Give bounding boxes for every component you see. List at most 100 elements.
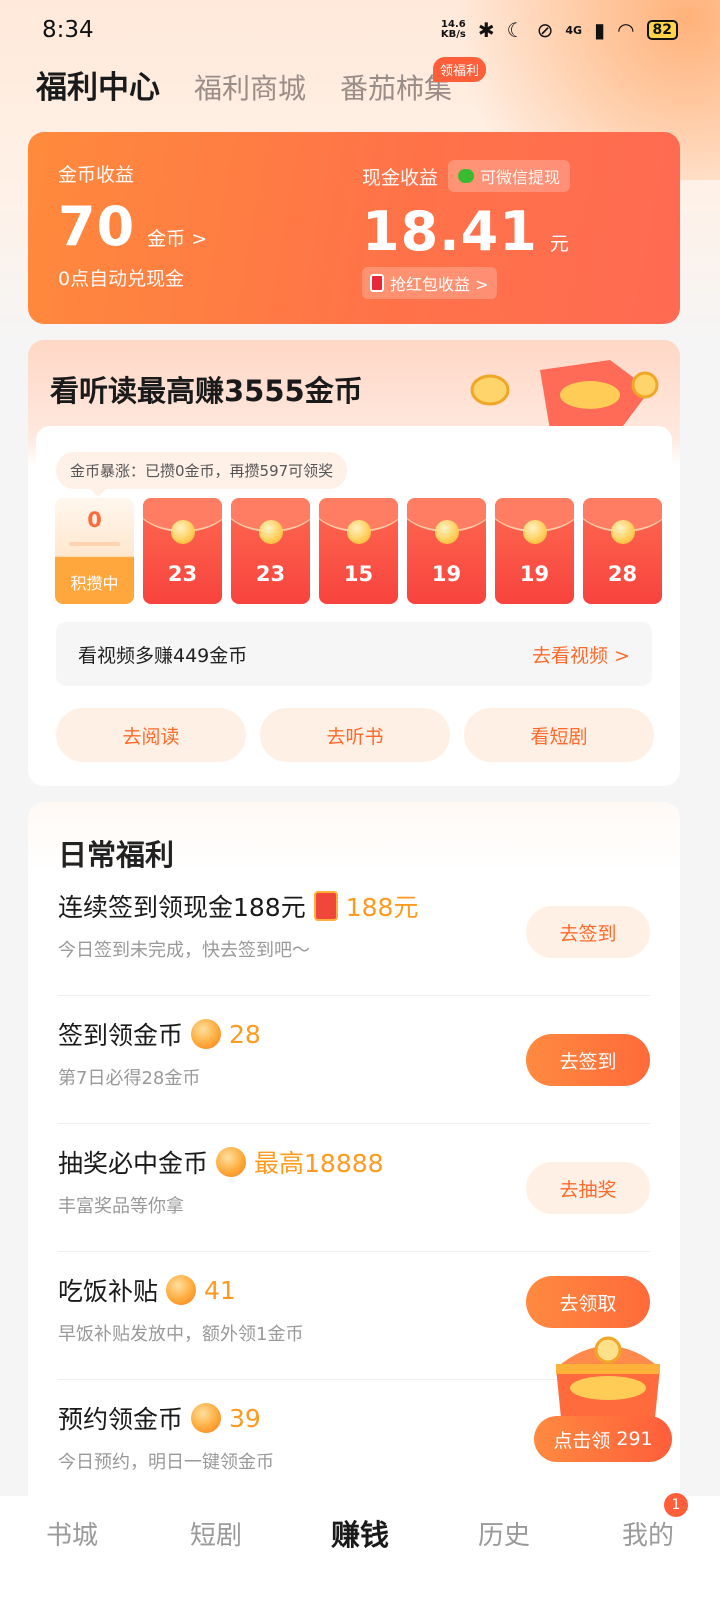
task-title: 连续签到领现金188元 (58, 893, 306, 922)
red-envelope[interactable]: 19 (407, 498, 486, 604)
cash-earnings-label: 现金收益 (362, 166, 439, 189)
reading-actions: 去阅读 去听书 看短剧 (56, 708, 654, 762)
go-read-button[interactable]: 去阅读 (56, 708, 246, 762)
status-bar: 8:34 14.6 KB/s ✱ ☾ ⊘ 4G ▮ ◠ 82 (0, 0, 720, 60)
red-envelope-value: 19 (431, 562, 462, 586)
tab-welfare-mall[interactable]: 福利商城 (194, 67, 306, 107)
task-subtitle: 丰富奖品等你拿 (58, 1196, 184, 1217)
bluetooth-icon: ✱ (477, 18, 495, 42)
coin-icon (435, 520, 459, 544)
watch-video-row[interactable]: 看视频多赚449金币 去看视频 > (56, 622, 652, 686)
coin-earnings[interactable]: 金币收益 70 金币 > 0点自动兑现金 (58, 160, 207, 291)
task-title: 签到领金币 (58, 1021, 184, 1050)
current-pack-value: 0 (87, 508, 102, 532)
tab-badge: 领福利 (433, 57, 487, 82)
red-envelope[interactable]: 28 (583, 498, 662, 604)
nav-mine[interactable]: 我的 1 (598, 1492, 698, 1552)
wifi-icon: ◠ (617, 18, 635, 42)
task-item: 连续签到领现金188元 188元 今日签到未完成，快去签到吧～ 去签到 (58, 868, 650, 996)
red-envelope-icon (370, 274, 384, 292)
task-subtitle: 今日签到未完成，快去签到吧～ (58, 940, 310, 961)
meal-subsidy-button[interactable]: 去领取 (526, 1276, 650, 1328)
coin-icon (523, 520, 547, 544)
task-reward: 28 (229, 1019, 261, 1049)
red-envelope-value: 23 (255, 562, 286, 586)
signal-icon: ▮ (594, 18, 606, 42)
cash-earnings[interactable]: 现金收益 可微信提现 18.41 元 抢红包收益 > (362, 160, 571, 299)
red-envelope-row: 0 积攒中 23 23 15 19 19 28 (55, 498, 662, 604)
reading-title: 看听读最高赚3555金币 (50, 374, 363, 408)
reading-rewards-card: 看听读最高赚3555金币 金币暴涨：已攒0金币，再攒597可领奖 0 积攒中 2… (28, 340, 680, 786)
red-envelope-value: 23 (167, 562, 198, 586)
wechat-withdraw-label: 可微信提现 (480, 168, 561, 187)
cash-earnings-value: 18.41 (362, 200, 538, 263)
coin-earnings-label: 金币收益 (58, 164, 135, 186)
task-reward: 41 (204, 1275, 236, 1305)
coin-icon (166, 1275, 197, 1305)
coins-decoration-icon (470, 360, 659, 430)
watch-video-link[interactable]: 去看视频 > (532, 641, 630, 668)
task-title: 抽奖必中金币 (58, 1149, 209, 1178)
notification-badge: 1 (664, 1492, 688, 1517)
current-pack[interactable]: 0 积攒中 (55, 498, 134, 604)
coin-earnings-value: 70 (58, 195, 136, 258)
network-type: 4G (565, 23, 583, 37)
watch-video-text: 看视频多赚449金币 (78, 644, 248, 667)
reading-progress-panel: 金币暴涨：已攒0金币，再攒597可领奖 0 积攒中 23 23 15 19 19… (36, 426, 672, 776)
nav-history[interactable]: 历史 (454, 1515, 554, 1552)
nav-mine-label: 我的 (621, 1520, 674, 1551)
coin-icon (259, 520, 283, 544)
sign-in-cash-button[interactable]: 去签到 (526, 906, 650, 958)
current-pack-label: 积攒中 (70, 574, 119, 593)
tab-tomato-market[interactable]: 番茄柿集 领福利 (340, 57, 487, 107)
task-title: 预约领金币 (58, 1405, 184, 1434)
treasure-chest-icon[interactable] (548, 1330, 668, 1430)
earnings-card: 金币收益 70 金币 > 0点自动兑现金 现金收益 可微信提现 18.41 元 … (28, 132, 680, 324)
nav-short-drama[interactable]: 短剧 (166, 1515, 266, 1552)
coin-icon (347, 520, 371, 544)
current-pack-bar (69, 542, 120, 546)
red-envelope-icon (313, 891, 338, 921)
nav-bookstore[interactable]: 书城 (22, 1515, 122, 1552)
task-item: 抽奖必中金币 最高18888 丰富奖品等你拿 去抽奖 (58, 1124, 650, 1252)
status-icons: 14.6 KB/s ✱ ☾ ⊘ 4G ▮ ◠ 82 (441, 18, 678, 42)
coin-boost-tip: 金币暴涨：已攒0金币，再攒597可领奖 (56, 452, 348, 497)
red-envelope[interactable]: 19 (495, 498, 574, 604)
red-envelope-value: 15 (343, 562, 374, 586)
coin-earnings-unit: 金币 > (147, 228, 208, 250)
watch-drama-button[interactable]: 看短剧 (464, 708, 654, 762)
red-envelope-value: 19 (519, 562, 550, 586)
go-listen-button[interactable]: 去听书 (260, 708, 450, 762)
task-reward: 188元 (345, 893, 419, 922)
coin-icon (171, 520, 195, 544)
wechat-icon (458, 169, 475, 183)
redpack-earnings-label: 抢红包收益 > (390, 275, 489, 294)
cash-earnings-unit: 元 (549, 233, 569, 255)
red-envelope[interactable]: 15 (319, 498, 398, 604)
battery-icon: 82 (646, 20, 678, 40)
nav-earn[interactable]: 赚钱 (310, 1512, 410, 1554)
coin-icon (191, 1019, 222, 1049)
net-speed: 14.6 KB/s (441, 20, 466, 40)
lottery-button[interactable]: 去抽奖 (526, 1162, 650, 1214)
task-reward: 39 (229, 1403, 261, 1433)
coin-icon (191, 1403, 222, 1433)
task-subtitle: 早饭补贴发放中，额外领1金币 (58, 1324, 304, 1345)
task-item: 签到领金币 28 第7日必得28金币 去签到 (58, 996, 650, 1124)
moon-icon: ☾ (506, 18, 525, 42)
coin-icon (611, 520, 635, 544)
claim-floating-label: 点击领 (553, 1429, 611, 1452)
red-envelope[interactable]: 23 (231, 498, 310, 604)
claim-floating-button[interactable]: 点击领 291 (534, 1416, 672, 1462)
task-subtitle: 今日预约，明日一键领金币 (58, 1452, 274, 1473)
coin-icon (216, 1147, 247, 1177)
redpack-earnings-chip[interactable]: 抢红包收益 > (362, 267, 497, 299)
sign-in-coin-button[interactable]: 去签到 (526, 1034, 650, 1086)
coin-earnings-sub: 0点自动兑现金 (58, 268, 185, 290)
status-time: 8:34 (42, 17, 94, 43)
bottom-nav: 书城 短剧 赚钱 历史 我的 1 (0, 1492, 720, 1600)
red-envelope[interactable]: 23 (143, 498, 222, 604)
net-speed-unit: KB/s (440, 29, 466, 40)
tab-welfare-center[interactable]: 福利中心 (36, 62, 160, 107)
wechat-withdraw-chip[interactable]: 可微信提现 (448, 160, 571, 192)
